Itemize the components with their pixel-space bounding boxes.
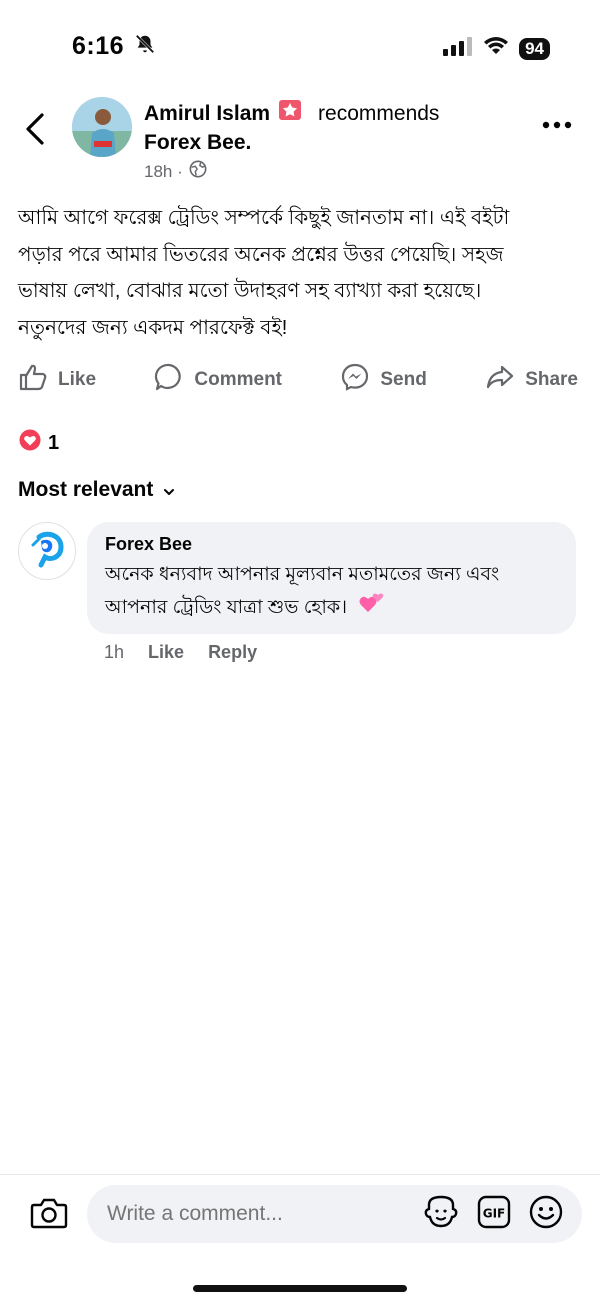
comment-bubble: Forex Bee অনেক ধন্যবাদ আপনার মূল্যবান মত… (87, 522, 576, 634)
gif-icon[interactable]: GIF (476, 1194, 512, 1235)
recommended-page-name[interactable]: Forex Bee. (144, 131, 251, 155)
post-time: 18h · (144, 161, 183, 181)
reactions-summary[interactable]: 1 (18, 428, 59, 458)
composer-divider (0, 1174, 600, 1175)
svg-text:GIF: GIF (483, 1206, 506, 1220)
battery-indicator: 94 (519, 37, 550, 60)
post-actions-bar: Like Comment Send Share (18, 360, 578, 400)
comment-text-line: অনেক ধন্যবাদ আপনার মূল্যবান মতামতের জন্য… (105, 564, 500, 585)
post-body: আমি আগে ফরেক্স ট্রেডিং সম্পর্কে কিছুই জা… (18, 200, 578, 346)
forex-bee-logo-icon (25, 527, 69, 576)
messenger-icon (340, 362, 370, 398)
send-button[interactable]: Send (340, 362, 427, 398)
commenter-avatar[interactable] (18, 522, 76, 580)
author-name[interactable]: Amirul Islam (144, 102, 270, 126)
comment-author[interactable]: Forex Bee (105, 534, 558, 555)
composer-tools: GIF (422, 1193, 564, 1236)
post-text-line: পড়ার পরে আমার ভিতরের অনেক প্রশ্নের উত্ত… (18, 243, 504, 266)
share-button[interactable]: Share (485, 362, 578, 398)
send-label: Send (380, 369, 427, 390)
camera-button[interactable] (30, 1196, 68, 1235)
comment-text-line-wrap: আপনার ট্রেডিং যাত্রা শুভ হোক। (105, 590, 558, 626)
comments-sort-dropdown[interactable]: Most relevant (18, 478, 175, 502)
silent-bell-icon (134, 33, 156, 62)
share-label: Share (525, 369, 578, 390)
status-indicators: 94 (443, 36, 550, 61)
comment-text: অনেক ধন্যবাদ আপনার মূল্যবান মতামতের জন্য… (105, 559, 558, 626)
emoji-icon[interactable] (528, 1194, 564, 1235)
comment-composer: GIF (87, 1185, 582, 1243)
home-indicator (193, 1285, 407, 1292)
more-dots-icon (542, 116, 572, 133)
post-text-line: ভাষায় লেখা, বোঝার মতো উদাহরণ সহ ব্যাখ্য… (18, 280, 482, 302)
wifi-icon (483, 36, 509, 61)
avatar-sticker-icon[interactable] (422, 1193, 460, 1236)
status-time: 6:16 (72, 32, 156, 62)
post-text-line: নতুনদের জন্য একদম পারফেক্ট বই! (18, 316, 288, 339)
comment-meta: 1h Like Reply (104, 642, 257, 663)
sort-label: Most relevant (18, 478, 154, 501)
comment-like-button[interactable]: Like (148, 642, 184, 663)
thumbs-up-icon (18, 362, 48, 398)
comment-time: 1h (104, 642, 125, 662)
like-button[interactable]: Like (18, 362, 96, 398)
recommends-text: recommends (318, 102, 440, 125)
reaction-count: 1 (48, 431, 60, 454)
post-meta: 18h · (144, 160, 207, 183)
comment-reply-button[interactable]: Reply (208, 642, 257, 663)
like-label: Like (58, 369, 97, 390)
comment-bubble-icon (154, 362, 184, 398)
post-text-line: আমি আগে ফরেক্স ট্রেডিং সম্পর্কে কিছুই জা… (18, 207, 510, 229)
camera-icon (30, 1198, 68, 1234)
comment-input[interactable] (105, 1201, 422, 1227)
comment-text-line: আপনার ট্রেডিং যাত্রা শুভ হোক। (105, 597, 347, 619)
two-hearts-icon (358, 590, 386, 626)
chevron-left-icon (22, 113, 48, 150)
post-author-line: Amirul Islam recommends (144, 99, 439, 129)
back-button[interactable] (22, 112, 48, 151)
chevron-down-icon (163, 478, 175, 502)
comment-button[interactable]: Comment (154, 362, 282, 398)
signal-icon (443, 36, 473, 61)
share-arrow-icon (485, 362, 515, 398)
author-avatar[interactable] (72, 97, 132, 157)
love-reaction-icon (18, 428, 42, 458)
comment-label: Comment (194, 369, 283, 390)
top-fan-badge-icon (278, 99, 302, 129)
globe-icon (189, 160, 207, 183)
more-options-button[interactable] (542, 116, 572, 134)
